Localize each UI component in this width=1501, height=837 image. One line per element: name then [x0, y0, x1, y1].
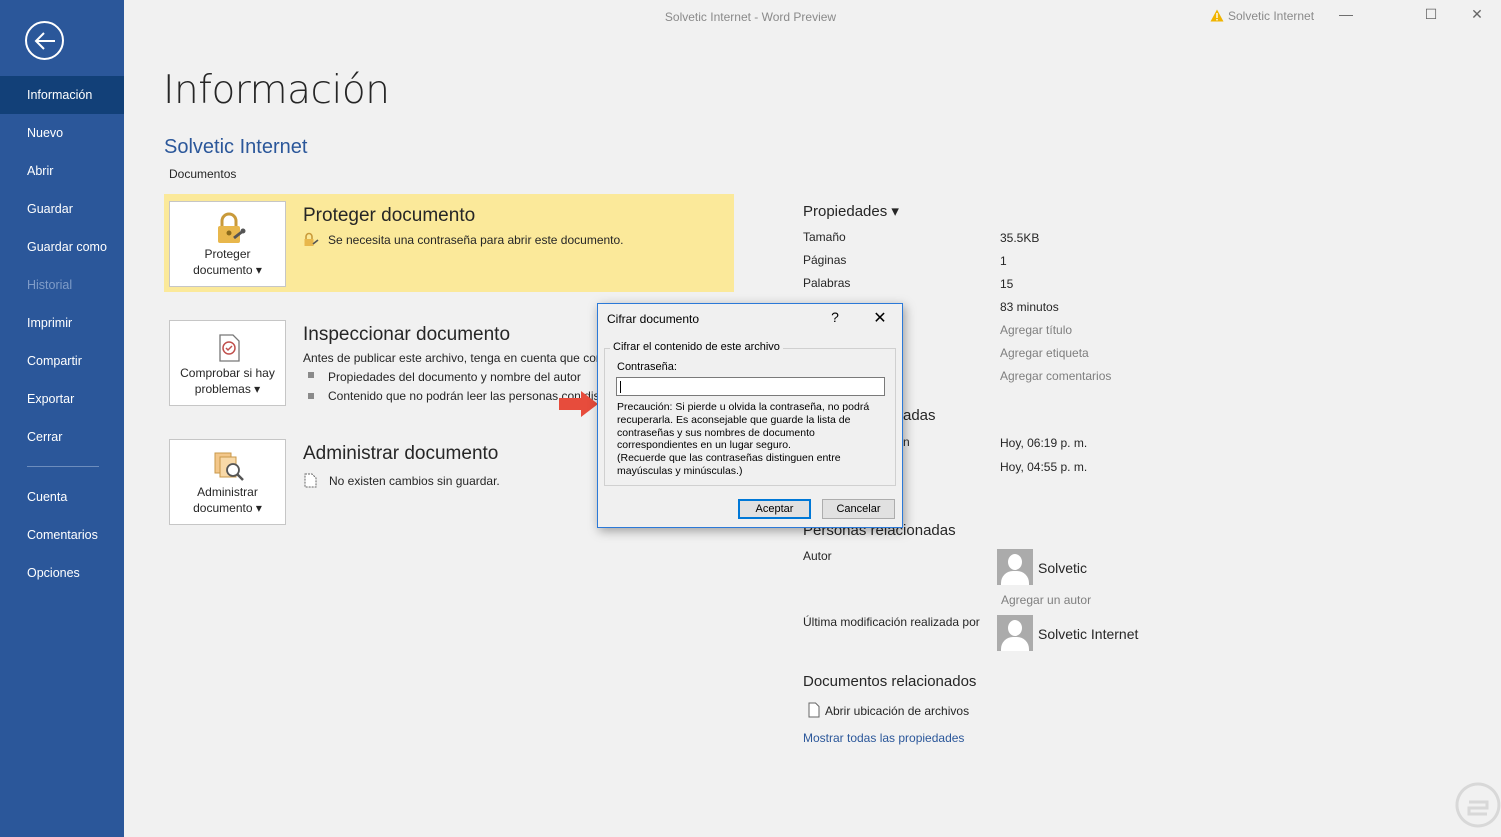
prop-label-pages: Páginas: [803, 253, 847, 267]
protect-document-section: Proteger documento ▾ Proteger documento S…: [164, 194, 734, 292]
sidebar-item-abrir[interactable]: Abrir: [0, 152, 124, 190]
inspect-title: Inspeccionar documento: [303, 324, 511, 345]
sidebar-item-guardar-como[interactable]: Guardar como: [0, 228, 124, 266]
page-title: Información: [163, 68, 390, 113]
manage-title: Administrar documento: [303, 443, 499, 464]
dates-heading: adas: [903, 407, 936, 424]
manage-button-label-1: Administrar: [197, 485, 258, 499]
file-icon: [808, 702, 820, 718]
sidebar-item-nuevo[interactable]: Nuevo: [0, 114, 124, 152]
close-window-button[interactable]: ✕: [1466, 6, 1488, 26]
protect-status-text: Se necesita una contraseña para abrir es…: [328, 233, 624, 247]
account-user[interactable]: Solvetic Internet: [1210, 9, 1314, 23]
sidebar-item-exportar[interactable]: Exportar: [0, 380, 124, 418]
date-value-created: Hoy, 04:55 p. m.: [1000, 460, 1088, 474]
password-input[interactable]: [616, 377, 885, 396]
sidebar-item-cerrar[interactable]: Cerrar: [0, 418, 124, 456]
inspect-document-icon: [219, 334, 240, 362]
back-arrow-icon: [34, 32, 55, 50]
sidebar-item-compartir[interactable]: Compartir: [0, 342, 124, 380]
encrypt-document-dialog: Cifrar documento ? ✕ Cifrar el contenido…: [597, 303, 903, 528]
sidebar-item-opciones[interactable]: Opciones: [0, 554, 124, 592]
dialog-title: Cifrar documento: [607, 312, 700, 326]
manage-button-label-2: documento ▾: [193, 501, 262, 515]
prop-value-size: 35.5KB: [1000, 231, 1040, 245]
prop-value-pages: 1: [1000, 254, 1007, 268]
avatar: [997, 615, 1033, 651]
related-documents-heading: Documentos relacionados: [803, 673, 977, 690]
prop-label-words: Palabras: [803, 276, 851, 290]
author-name[interactable]: Solvetic: [1038, 560, 1087, 576]
avatar: [997, 549, 1033, 585]
dialog-help-button[interactable]: ?: [827, 309, 843, 325]
back-arrow-button[interactable]: [25, 21, 64, 60]
sidebar-item-comentarios[interactable]: Comentarios: [0, 516, 124, 554]
sidebar-item-cuenta[interactable]: Cuenta: [0, 478, 124, 516]
inspect-description: Antes de publicar este archivo, tenga en…: [303, 351, 603, 365]
manage-document-button[interactable]: Administrar documento ▾: [169, 439, 286, 525]
sidebar-item-imprimir[interactable]: Imprimir: [0, 304, 124, 342]
inspect-bullet-1: Propiedades del documento y nombre del a…: [328, 370, 581, 384]
sidebar-item-informacion[interactable]: Información: [0, 76, 124, 114]
red-arrow-annotation-icon: [559, 391, 598, 417]
last-modified-by-label: Última modificación realizada por: [803, 615, 980, 629]
last-modified-by-name[interactable]: Solvetic Internet: [1038, 626, 1138, 642]
manage-document-icon: [214, 452, 244, 481]
account-user-name: Solvetic Internet: [1228, 9, 1315, 23]
add-title-field[interactable]: Agregar título: [1000, 323, 1072, 337]
password-warning-text: Precaución: Si pierde u olvida la contra…: [617, 401, 870, 477]
small-lock-icon: [304, 232, 319, 246]
open-file-location-link[interactable]: Abrir ubicación de archivos: [825, 704, 969, 718]
protect-title: Proteger documento: [303, 205, 476, 226]
ok-button[interactable]: Aceptar: [738, 499, 811, 519]
password-label: Contraseña:: [617, 361, 677, 373]
manage-status-text: No existen cambios sin guardar.: [329, 474, 500, 488]
dialog-close-button[interactable]: ✕: [871, 308, 889, 328]
add-tag-field[interactable]: Agregar etiqueta: [1000, 346, 1089, 360]
prop-label-size: Tamaño: [803, 230, 846, 244]
cancel-button[interactable]: Cancelar: [822, 499, 895, 519]
properties-heading[interactable]: Propiedades ▾: [803, 202, 899, 220]
date-label-modified: n: [903, 435, 910, 449]
document-location[interactable]: Documentos: [169, 167, 236, 181]
protect-button-label-2: documento ▾: [193, 263, 262, 277]
text-caret: [620, 381, 621, 393]
protect-button-label-1: Proteger: [204, 247, 251, 261]
solvetic-logo-icon: [1455, 782, 1501, 828]
warning-icon: [1210, 9, 1224, 22]
check-issues-label-2: problemas ▾: [194, 382, 261, 396]
backstage-sidebar: Información Nuevo Abrir Guardar Guardar …: [0, 0, 124, 837]
lock-key-icon: [218, 212, 246, 243]
add-author-link[interactable]: Agregar un autor: [1001, 593, 1091, 607]
check-issues-button[interactable]: Comprobar si hay problemas ▾: [169, 320, 286, 406]
date-value-modified: Hoy, 06:19 p. m.: [1000, 436, 1088, 450]
sidebar-item-guardar[interactable]: Guardar: [0, 190, 124, 228]
show-all-properties-link[interactable]: Mostrar todas las propiedades: [803, 731, 964, 745]
document-icon: [304, 473, 317, 488]
check-issues-label-1: Comprobar si hay: [180, 366, 275, 380]
maximize-button[interactable]: ☐: [1420, 6, 1442, 26]
prop-value-words: 15: [1000, 277, 1014, 291]
sidebar-divider: [27, 466, 99, 467]
minimize-button[interactable]: —: [1335, 6, 1357, 26]
document-name: Solvetic Internet: [164, 136, 308, 158]
encrypt-group-legend: Cifrar el contenido de este archivo: [610, 341, 783, 353]
prop-value-editing-time: 83 minutos: [1000, 300, 1059, 314]
bullet-icon: [308, 372, 314, 378]
bullet-icon: [308, 393, 314, 399]
protect-document-button[interactable]: Proteger documento ▾: [169, 201, 286, 287]
author-label: Autor: [803, 549, 832, 563]
add-comments-field[interactable]: Agregar comentarios: [1000, 369, 1111, 383]
sidebar-item-historial: Historial: [27, 278, 73, 292]
